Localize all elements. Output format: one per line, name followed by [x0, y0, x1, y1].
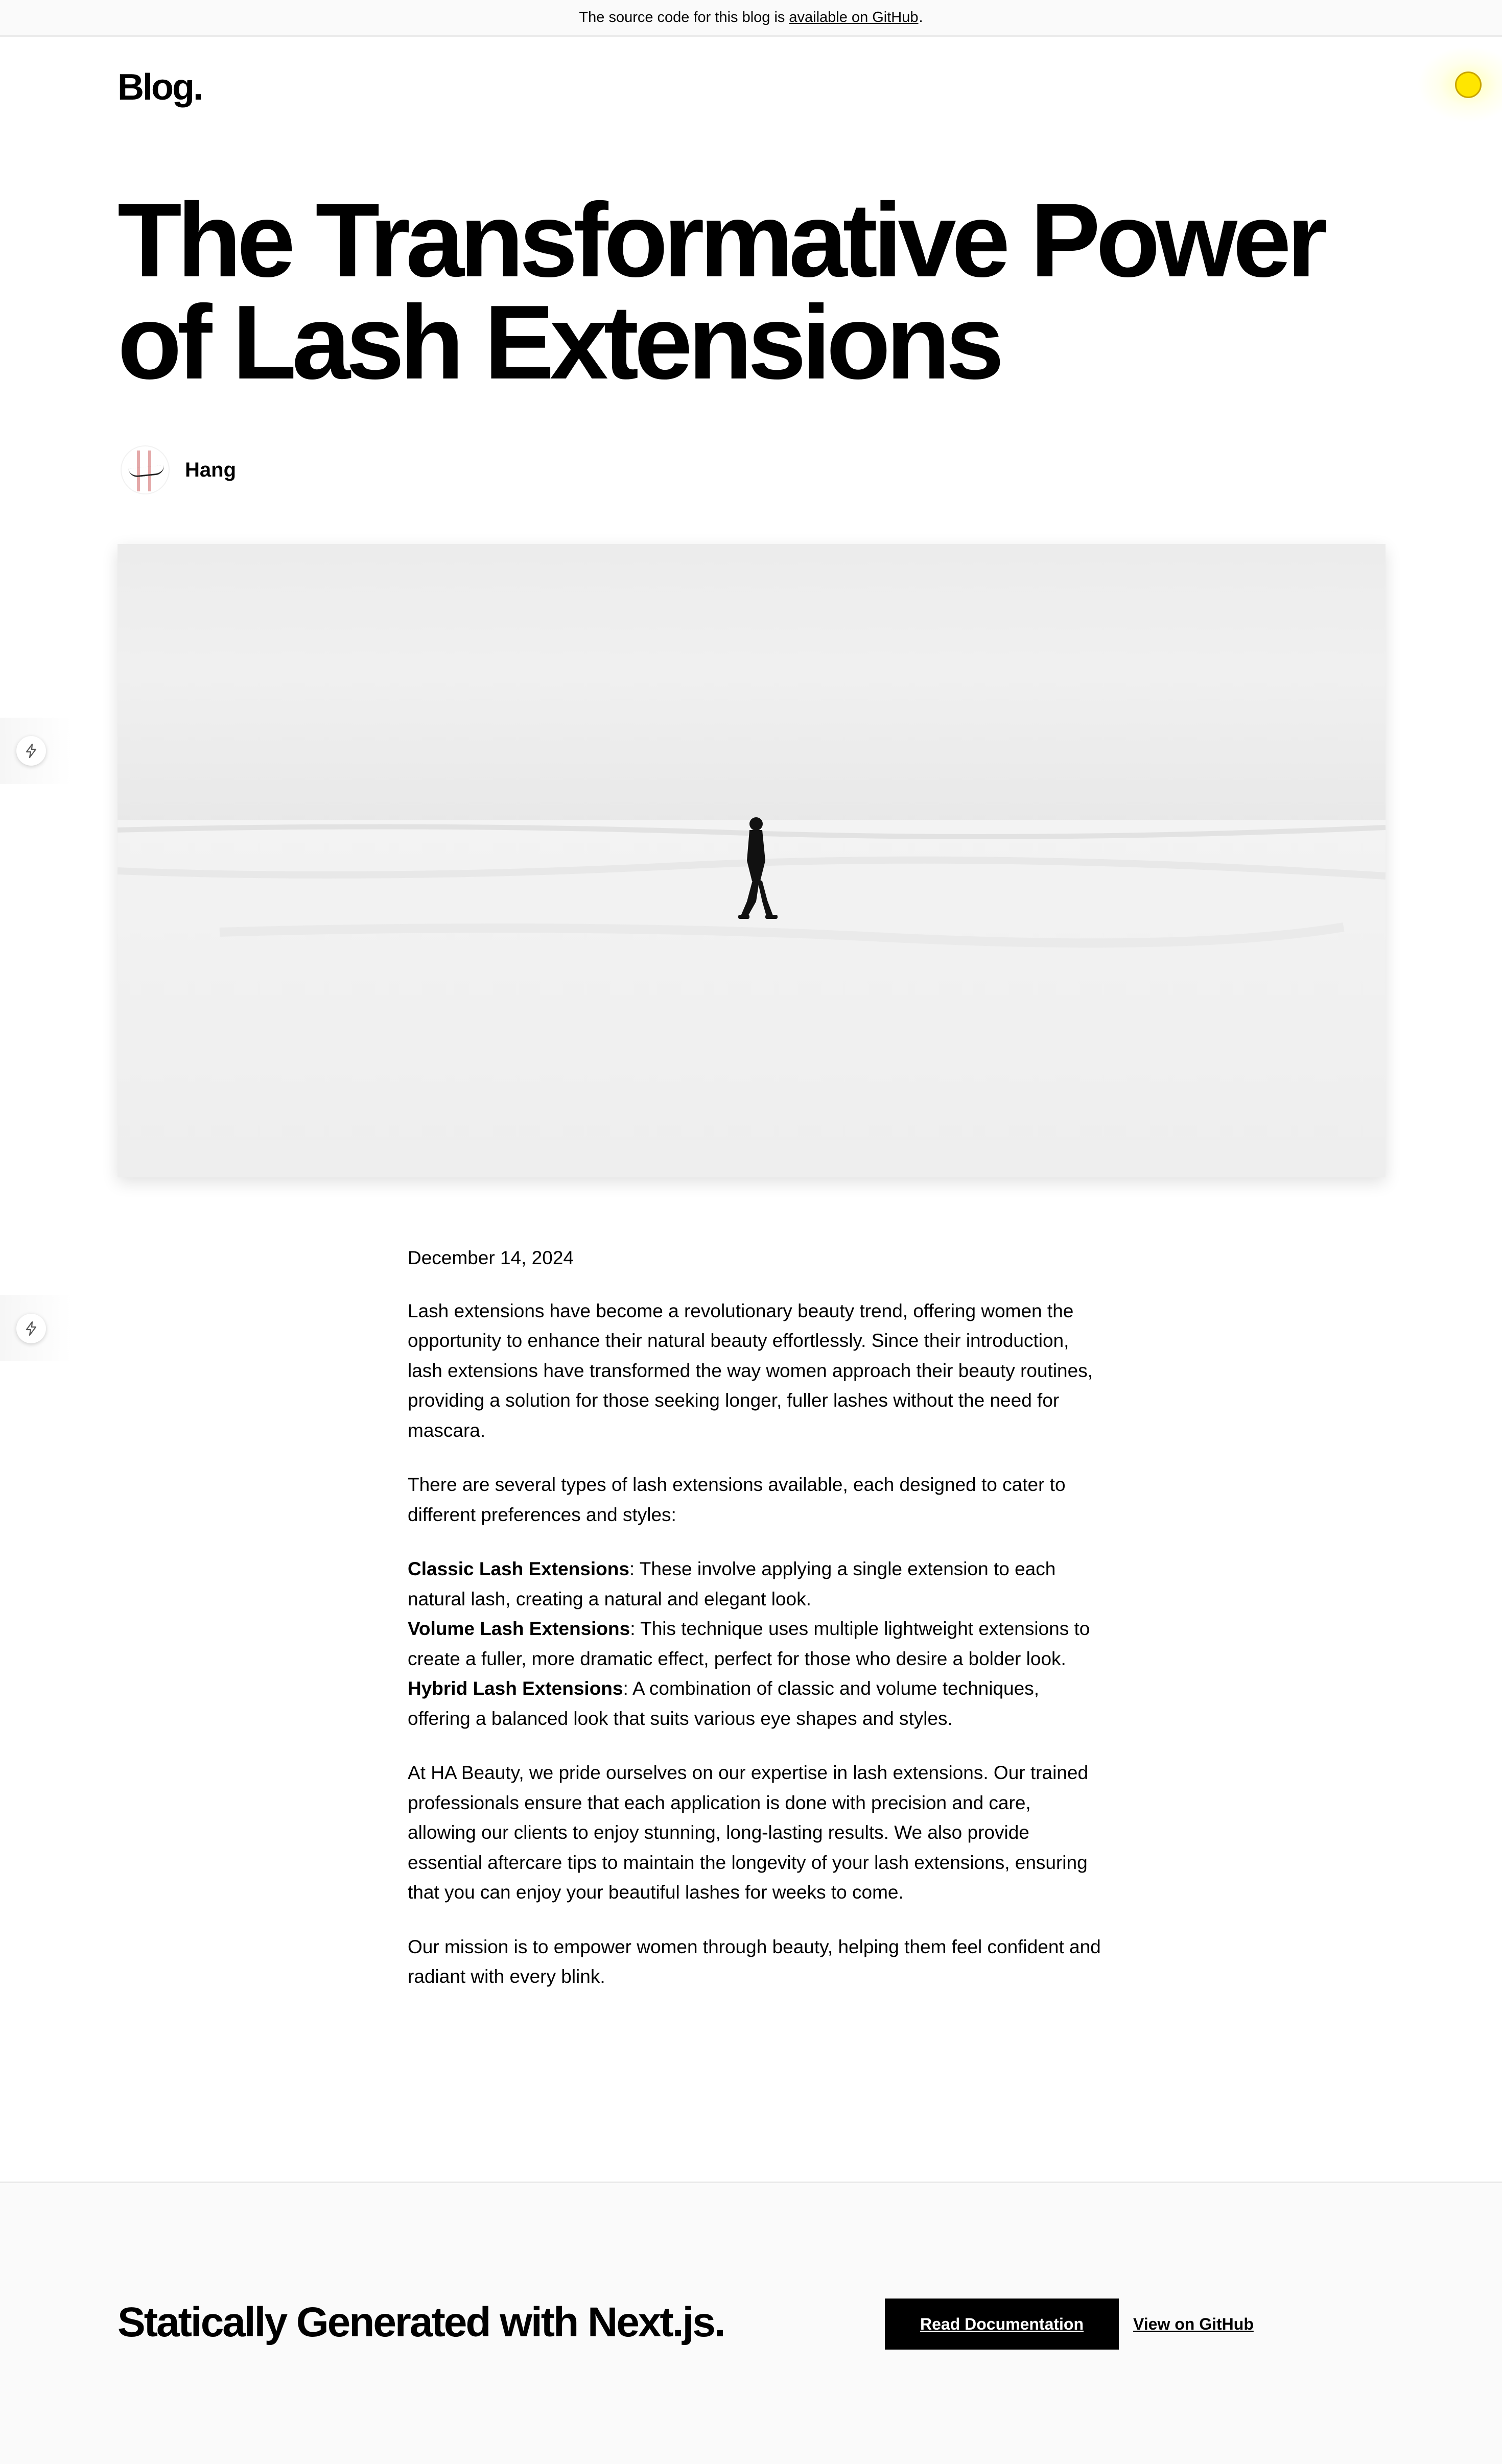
- paragraph: Lash extensions have become a revolution…: [408, 1300, 1093, 1441]
- cover-image: [118, 544, 1386, 1177]
- view-on-github-link[interactable]: View on GitHub: [1133, 2299, 1254, 2350]
- bolt-icon[interactable]: [16, 1314, 46, 1343]
- type-name: Hybrid Lash Extensions: [408, 1678, 623, 1699]
- top-banner: The source code for this blog is availab…: [0, 0, 1502, 37]
- lash-types-list: Classic Lash Extensions: These involve a…: [408, 1554, 1102, 1734]
- read-documentation-button[interactable]: Read Documentation: [885, 2299, 1119, 2350]
- bolt-icon[interactable]: [16, 736, 46, 766]
- paragraph: There are several types of lash extensio…: [408, 1474, 1066, 1525]
- blog-logo[interactable]: Blog.: [118, 66, 203, 108]
- avatar: [121, 445, 170, 494]
- type-name: Volume Lash Extensions: [408, 1618, 630, 1639]
- author: Hang: [121, 445, 236, 494]
- banner-text: The source code for this blog is: [579, 9, 785, 26]
- banner-period: .: [919, 9, 923, 26]
- snow-walker-illustration: [118, 544, 1386, 1177]
- footer-title: Statically Generated with Next.js.: [118, 2299, 726, 2345]
- post-title-line-1: The Transformative Power: [118, 181, 1328, 299]
- author-name: Hang: [185, 458, 236, 481]
- paragraph: At HA Beauty, we pride ourselves on our …: [408, 1762, 1089, 1903]
- github-link[interactable]: available on GitHub: [789, 9, 918, 26]
- list-item: Hybrid Lash Extensions: A combination of…: [408, 1674, 1102, 1734]
- article-body: December 14, 2024 Lash extensions have b…: [408, 1243, 1102, 2017]
- list-item: Classic Lash Extensions: These involve a…: [408, 1554, 1102, 1614]
- post-date: December 14, 2024: [408, 1247, 574, 1268]
- yellow-dot-icon: [1455, 72, 1482, 98]
- type-name: Classic Lash Extensions: [408, 1558, 629, 1579]
- list-item: Volume Lash Extensions: This technique u…: [408, 1614, 1102, 1674]
- post-title-line-2: of Lash Extensions: [118, 283, 1004, 401]
- paragraph: Our mission is to empower women through …: [408, 1936, 1101, 1987]
- post-title: The Transformative Power of Lash Extensi…: [118, 187, 1395, 395]
- footer: Statically Generated with Next.js. Read …: [0, 2182, 1502, 2464]
